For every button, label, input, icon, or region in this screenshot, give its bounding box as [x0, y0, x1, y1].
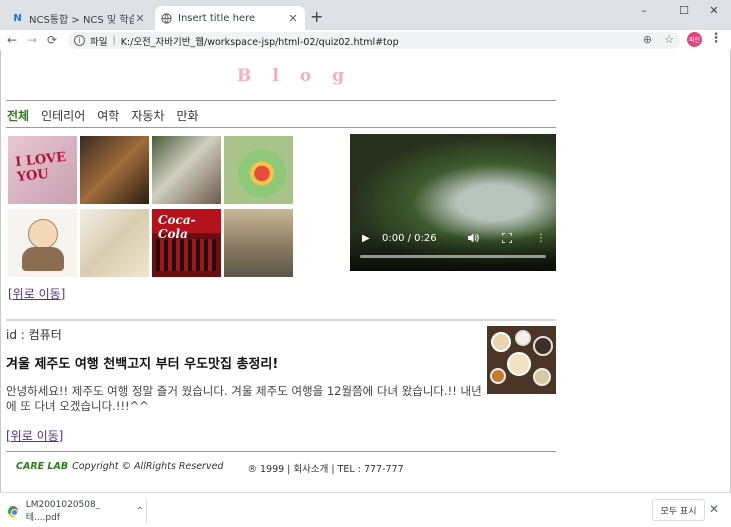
volume-icon[interactable]: [468, 233, 479, 246]
thumbnail-photo[interactable]: [80, 209, 149, 277]
divider: [146, 499, 147, 523]
footer-company-info: ® 1999 | 회사소개 | TEL : 777-777: [247, 464, 404, 475]
download-filename: LM2001020508_테....pdf: [25, 499, 101, 523]
divider: [6, 319, 556, 321]
browser-tab-insert-title[interactable]: Insert title here ✕: [155, 6, 305, 30]
scheme-label: 파일: [90, 36, 108, 48]
address-bar[interactable]: i 파일 | K:/오전_자바기반_웹/workspace-jsp/html-0…: [68, 32, 680, 49]
thumbnail-label: I LOVE YOU: [14, 149, 67, 186]
browser-menu-icon[interactable]: ⋮: [709, 31, 723, 46]
download-item[interactable]: LM2001020508_테....pdf ⌃: [8, 499, 144, 523]
author-id: id : 컴퓨터: [6, 328, 62, 342]
dish-graphic: [490, 368, 506, 384]
footer: CARE LAB Copyright © AllRights Reserved …: [16, 461, 404, 475]
tab-title: Insert title here: [178, 12, 256, 24]
thumbnail-label: Coca-Cola: [158, 213, 196, 241]
back-to-top-link[interactable]: [위로 이동]: [8, 285, 65, 302]
menu-item-car[interactable]: 자동차: [131, 107, 164, 124]
thumbnail-photo[interactable]: [224, 136, 293, 204]
video-controls-shade: [350, 231, 556, 271]
close-download-bar-icon[interactable]: ✕: [709, 502, 719, 516]
footer-brand: CARE LAB: [16, 461, 69, 472]
cartoon-figure-body: [22, 247, 64, 271]
back-arrow-icon[interactable]: ←: [4, 33, 20, 47]
divider: [6, 100, 556, 101]
chrome-file-icon: [8, 505, 18, 517]
url-text: K:/오전_자바기반_웹/workspace-jsp/html-02/quiz0…: [120, 36, 399, 48]
article-title: 겨울 제주도 여행 천백고지 부터 우도맛집 총정리!: [6, 357, 279, 372]
article-body: 안녕하세요!! 제주도 여행 정말 즐거 웠습니다. 겨울 제주도 여행을 12…: [6, 384, 482, 413]
browser-tab-ncs[interactable]: N NCS통합 > NCS 및 학습모듈검 ✕: [6, 6, 152, 30]
bottles-graphic: [156, 239, 216, 271]
menu-item-cartoon[interactable]: 만화: [176, 107, 198, 124]
maximize-button[interactable]: ☐: [674, 4, 694, 17]
chevron-up-icon[interactable]: ⌃: [136, 506, 144, 517]
thumbnail-photo[interactable]: [80, 136, 149, 204]
thumbnail-photo[interactable]: [224, 209, 293, 277]
article-food-image: [487, 326, 556, 394]
close-tab-icon[interactable]: ✕: [134, 12, 146, 25]
ncs-favicon-icon: N: [13, 12, 22, 24]
menu-item-all[interactable]: 전체: [7, 107, 29, 124]
close-window-button[interactable]: ✕: [704, 4, 724, 17]
reload-icon[interactable]: ⟳: [44, 33, 60, 47]
dish-graphic: [515, 330, 531, 346]
download-bar: LM2001020508_테....pdf ⌃ 모두 표시 ✕: [0, 492, 731, 527]
blog-title: Blog: [237, 66, 366, 86]
footer-copyright: Copyright © AllRights Reserved: [72, 461, 224, 472]
divider: [6, 127, 556, 128]
globe-icon: [161, 12, 172, 24]
zoom-icon[interactable]: ⊕: [643, 33, 652, 46]
tab-title: NCS통합 > NCS 및 학습모듈검: [29, 14, 134, 26]
show-all-button[interactable]: 모두 표시: [652, 499, 705, 521]
browser-toolbar: ← → ⟳ i 파일 | K:/오전_자바기반_웹/workspace-jsp/…: [0, 30, 731, 50]
dish-graphic: [507, 352, 531, 376]
minimize-button[interactable]: –: [634, 4, 654, 17]
forward-arrow-icon[interactable]: →: [24, 33, 40, 47]
category-menu: 전체 인테리어 여학 자동차 만화: [7, 107, 199, 124]
cartoon-figure: [28, 219, 58, 249]
profile-avatar[interactable]: 파인: [687, 32, 702, 47]
thumbnail-coca-cola[interactable]: Coca-Cola: [152, 209, 221, 277]
thumbnail-photo[interactable]: [152, 136, 221, 204]
dish-graphic: [533, 368, 551, 386]
video-player[interactable]: ▶ 0:00 / 0:26 ⋮: [350, 134, 556, 271]
divider: [6, 451, 556, 452]
back-to-top-link[interactable]: [위로 이동]: [6, 427, 63, 444]
dish-graphic: [533, 336, 553, 356]
thumbnail-cartoon[interactable]: [8, 209, 77, 277]
bookmark-star-icon[interactable]: ☆: [664, 33, 674, 46]
play-icon[interactable]: ▶: [362, 233, 370, 244]
info-icon[interactable]: i: [74, 35, 85, 46]
new-tab-button[interactable]: +: [310, 7, 323, 26]
menu-item-yeohak[interactable]: 여학: [97, 107, 119, 124]
close-tab-icon[interactable]: ✕: [287, 12, 299, 25]
video-menu-icon[interactable]: ⋮: [536, 233, 546, 244]
video-progress-bar[interactable]: [360, 255, 546, 258]
video-time: 0:00 / 0:26: [382, 233, 437, 244]
menu-item-interior[interactable]: 인테리어: [41, 107, 85, 124]
fullscreen-icon[interactable]: [501, 232, 513, 246]
dish-graphic: [491, 332, 511, 352]
tab-strip: N NCS통합 > NCS 및 학습모듈검 ✕ Insert title her…: [0, 0, 731, 30]
thumbnail-love-you[interactable]: I LOVE YOU: [8, 136, 77, 204]
address-separator: |: [112, 35, 116, 46]
